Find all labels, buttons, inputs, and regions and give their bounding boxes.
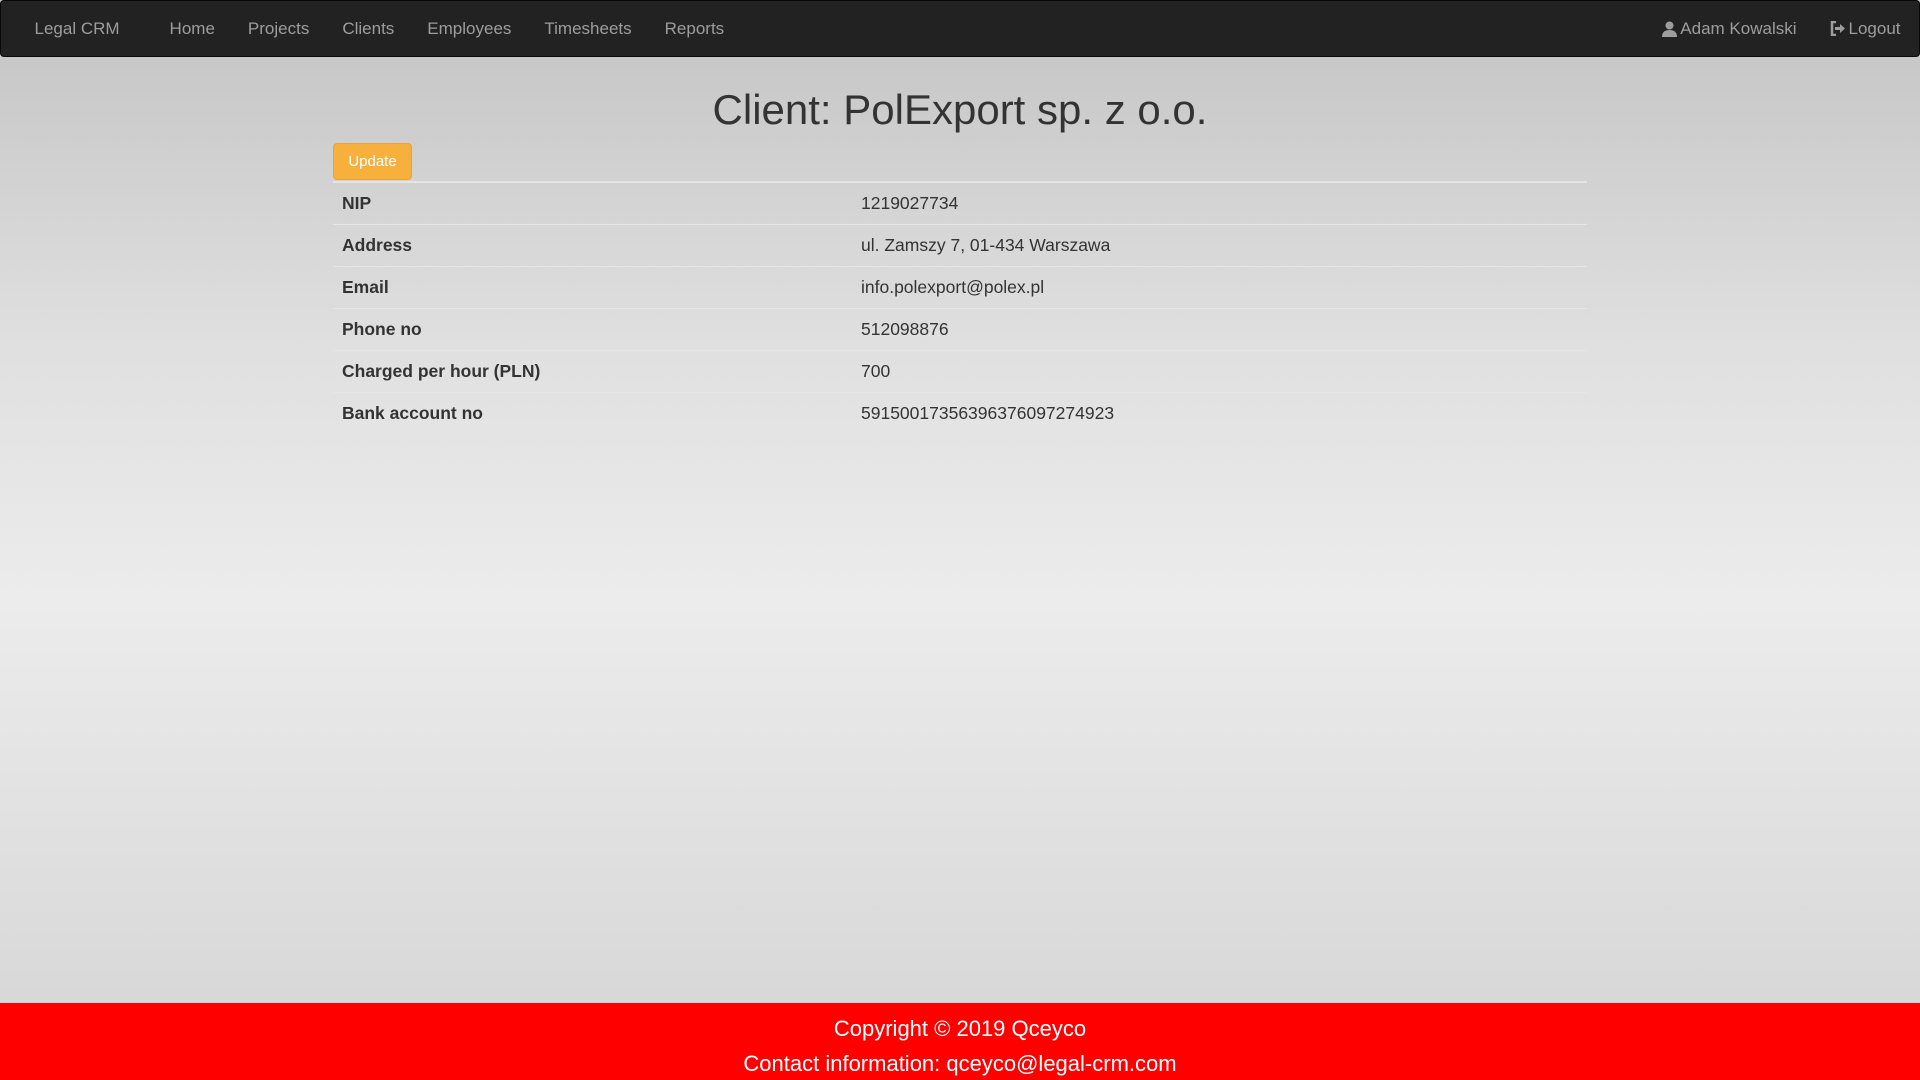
detail-label: NIP <box>333 181 852 224</box>
client-details-table: NIP 1219027734 Address ul. Zamszy 7, 01-43… <box>333 181 1587 434</box>
detail-label: Email <box>333 265 852 308</box>
detail-label: Bank account no <box>333 391 852 434</box>
nav-projects[interactable]: Projects <box>231 19 325 39</box>
table-row: Phone no 512098876 <box>333 307 1587 350</box>
update-button[interactable]: Update <box>333 143 412 180</box>
table-row: Charged per hour (PLN) 700 <box>333 349 1587 392</box>
table-row: NIP 1219027734 <box>333 181 1587 224</box>
footer: Copyright © 2019 Qceyco Contact informat… <box>0 1003 1920 1080</box>
detail-value: ul. Zamszy 7, 01-434 Warszawa <box>852 223 1587 266</box>
nav-home[interactable]: Home <box>153 19 231 39</box>
user-icon <box>1662 21 1678 37</box>
brand-link[interactable]: Legal CRM <box>18 19 136 39</box>
detail-label: Address <box>333 223 852 266</box>
logout-link[interactable]: Logout <box>1813 19 1917 39</box>
page-title: Client: PolExport sp. z o.o. <box>712 86 1208 133</box>
logout-label: Logout <box>1848 18 1901 38</box>
copyright-text: Copyright © 2019 Qceyco <box>833 1016 1087 1041</box>
navbar: Legal CRM Home Projects Clients Employee… <box>0 0 1920 57</box>
detail-value: 59150017356396376097274923 <box>852 391 1587 434</box>
logout-icon <box>1830 21 1845 36</box>
detail-value: 512098876 <box>852 307 1587 350</box>
nav-clients[interactable]: Clients <box>326 19 411 39</box>
nav-employees[interactable]: Employees <box>411 19 528 39</box>
table-row: Bank account no 5915001735639637609727492… <box>333 391 1587 434</box>
table-row: Email info.polexport@polex.pl <box>333 265 1587 308</box>
table-row: Address ul. Zamszy 7, 01-434 Warszawa <box>333 223 1587 266</box>
detail-label: Charged per hour (PLN) <box>333 349 852 392</box>
nav-reports[interactable]: Reports <box>648 19 741 39</box>
detail-value: info.polexport@polex.pl <box>852 265 1587 308</box>
detail-value: 1219027734 <box>852 181 1587 224</box>
user-link[interactable]: Adam Kowalski <box>1646 19 1813 39</box>
nav-timesheets[interactable]: Timesheets <box>528 19 648 39</box>
detail-value: 700 <box>852 349 1587 392</box>
user-name: Adam Kowalski <box>1680 18 1797 38</box>
contact-text: Contact information: qceyco@legal-crm.co… <box>743 1051 1177 1076</box>
detail-label: Phone no <box>333 307 852 350</box>
